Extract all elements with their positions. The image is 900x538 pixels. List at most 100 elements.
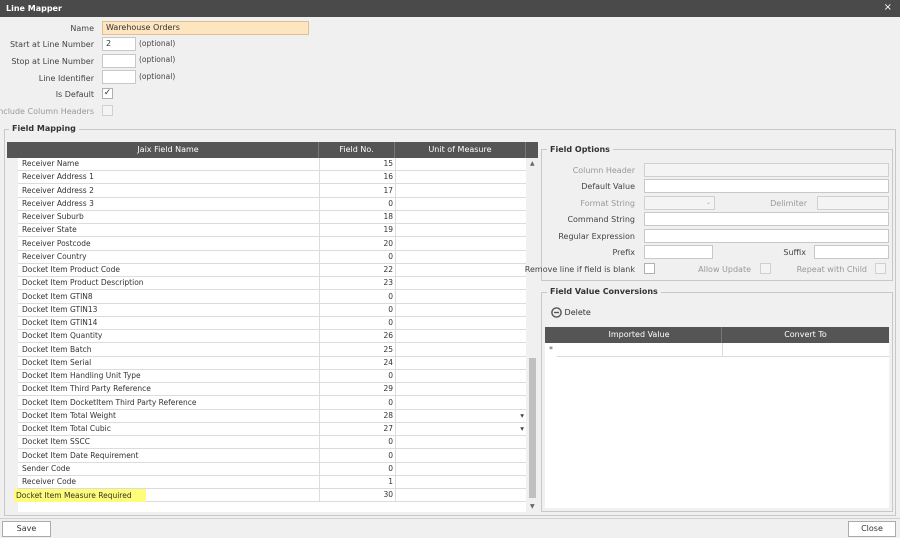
field-options-title: Field Options (547, 145, 613, 154)
name-input[interactable]: Warehouse Orders (102, 21, 309, 35)
table-row[interactable]: Docket Item GTIN13 0 (18, 304, 526, 317)
field-no-cell[interactable]: 15 (321, 158, 393, 170)
table-row[interactable]: Receiver Address 1 16 (18, 171, 526, 185)
table-row[interactable]: Docket Item Total Weight 28 ▾ (18, 410, 526, 423)
field-no-cell[interactable]: 1 (321, 476, 393, 488)
table-row[interactable]: Docket Item Product Description 23 (18, 277, 526, 291)
field-name-cell: Docket Item Product Code (22, 265, 121, 274)
scroll-up-icon[interactable]: ▲ (530, 160, 535, 167)
table-row[interactable]: Docket Item GTIN14 0 (18, 317, 526, 330)
table-row[interactable]: Docket Item DocketItem Third Party Refer… (18, 397, 526, 410)
footer-bar (0, 518, 900, 538)
grid-scrollbar[interactable]: ▲ ▼ (527, 158, 538, 512)
field-no-cell[interactable]: 16 (321, 171, 393, 183)
uom-cell[interactable]: ▾ (398, 410, 524, 422)
field-mapping-grid[interactable]: Receiver Name 15 Receiver Address 1 16 Recei… (14, 158, 526, 512)
table-row[interactable]: Docket Item Batch 25 (18, 344, 526, 357)
table-row[interactable]: Receiver Postcode 20 (18, 238, 526, 251)
field-no-cell[interactable]: 20 (321, 238, 393, 250)
remove-blank-label: Remove line if field is blank (524, 265, 635, 274)
uom-cell[interactable]: ▾ (398, 423, 524, 435)
scroll-thumb[interactable] (529, 358, 536, 498)
stop-line-input[interactable] (102, 54, 136, 68)
start-line-input[interactable]: 2 (102, 37, 136, 51)
grid-header-field-no[interactable]: Field No. (319, 142, 395, 158)
table-row[interactable]: Docket Item Measure Required 30 (14, 489, 526, 503)
table-row[interactable]: Receiver Code 1 (18, 476, 526, 489)
delete-button[interactable]: Delete (551, 307, 591, 318)
grid-header-uom[interactable]: Unit of Measure (395, 142, 526, 158)
field-no-cell[interactable]: 25 (321, 344, 393, 356)
scroll-down-icon[interactable]: ▼ (530, 503, 535, 510)
field-name-cell: Receiver Postcode (22, 238, 91, 248)
field-no-cell[interactable]: 18 (321, 211, 393, 223)
save-button[interactable]: Save (2, 521, 51, 537)
table-row[interactable]: Receiver State 19 (18, 224, 526, 238)
conv-header-convert-to[interactable]: Convert To (722, 327, 889, 343)
field-no-cell[interactable]: 0 (321, 370, 393, 382)
remove-blank-checkbox[interactable] (644, 263, 655, 274)
field-name-cell: Receiver Country (22, 251, 87, 261)
field-no-cell[interactable]: 0 (321, 450, 393, 462)
format-string-select[interactable]: ⌄ (644, 196, 715, 210)
suffix-input[interactable] (814, 245, 889, 259)
field-name-cell: Docket Item Total Weight (22, 410, 116, 420)
conv-new-row[interactable] (557, 343, 889, 357)
table-row[interactable]: Docket Item Handling Unit Type 0 (18, 370, 526, 383)
field-no-cell[interactable]: 22 (321, 264, 393, 276)
field-no-cell[interactable]: 0 (321, 251, 393, 263)
table-row[interactable]: Docket Item GTIN8 0 (18, 291, 526, 304)
field-no-cell[interactable]: 19 (321, 224, 393, 236)
format-string-label: Format String (580, 199, 635, 208)
field-no-cell[interactable]: 27 (321, 423, 393, 435)
table-row[interactable]: Receiver Address 2 17 (18, 185, 526, 198)
close-icon[interactable]: × (884, 2, 892, 13)
field-no-cell[interactable]: 0 (321, 198, 393, 210)
line-identifier-hint: (optional) (139, 72, 176, 81)
field-no-cell[interactable]: 30 (321, 489, 393, 501)
conversions-grid[interactable]: * (545, 343, 889, 508)
field-no-cell[interactable]: 23 (321, 277, 393, 289)
delimiter-input[interactable] (817, 196, 889, 210)
close-button[interactable]: Close (848, 521, 896, 537)
prefix-input[interactable] (644, 245, 713, 259)
table-row[interactable]: Docket Item Date Requirement 0 (18, 450, 526, 463)
field-no-cell[interactable]: 0 (321, 463, 393, 475)
table-row[interactable]: Receiver Name 15 (18, 158, 526, 171)
field-no-cell[interactable]: 0 (321, 291, 393, 303)
table-row[interactable]: Receiver Suburb 18 (18, 211, 526, 224)
regex-input[interactable] (644, 229, 889, 243)
field-no-cell[interactable]: 0 (321, 436, 393, 448)
field-no-cell[interactable]: 24 (321, 357, 393, 369)
column-header-input[interactable] (644, 163, 889, 177)
table-row[interactable]: Docket Item Serial 24 (18, 357, 526, 370)
field-no-cell[interactable]: 0 (321, 304, 393, 316)
table-row[interactable]: Receiver Country 0 (18, 251, 526, 264)
default-value-input[interactable] (644, 179, 889, 193)
include-headers-checkbox[interactable] (102, 105, 113, 116)
table-row[interactable]: Docket Item SSCC 0 (18, 436, 526, 450)
line-identifier-input[interactable] (102, 70, 136, 84)
table-row[interactable]: Sender Code 0 (18, 463, 526, 476)
field-no-cell[interactable]: 17 (321, 185, 393, 197)
table-row[interactable]: Docket Item Total Cubic 27 ▾ (18, 423, 526, 436)
field-no-cell[interactable]: 0 (321, 317, 393, 329)
name-label: Name (70, 24, 94, 33)
repeat-child-checkbox[interactable] (875, 263, 886, 274)
command-string-input[interactable] (644, 212, 889, 226)
grid-header-field-name[interactable]: Jaix Field Name (18, 142, 319, 158)
field-no-cell[interactable]: 29 (321, 383, 393, 395)
table-row[interactable]: Docket Item Quantity 26 (18, 330, 526, 344)
field-name-cell: Docket Item Measure Required (14, 489, 146, 503)
conv-header-imported[interactable]: Imported Value (557, 327, 722, 343)
field-no-cell[interactable]: 28 (321, 410, 393, 422)
column-header-label: Column Header (572, 166, 635, 175)
table-row[interactable]: Docket Item Third Party Reference 29 (18, 383, 526, 397)
field-no-cell[interactable]: 26 (321, 330, 393, 342)
field-no-cell[interactable]: 0 (321, 397, 393, 409)
allow-update-checkbox[interactable] (760, 263, 771, 274)
table-row[interactable]: Receiver Address 3 0 (18, 198, 526, 211)
stop-line-hint: (optional) (139, 55, 176, 64)
table-row[interactable]: Docket Item Product Code 22 (18, 264, 526, 277)
is-default-checkbox[interactable]: ✓ (102, 88, 113, 99)
